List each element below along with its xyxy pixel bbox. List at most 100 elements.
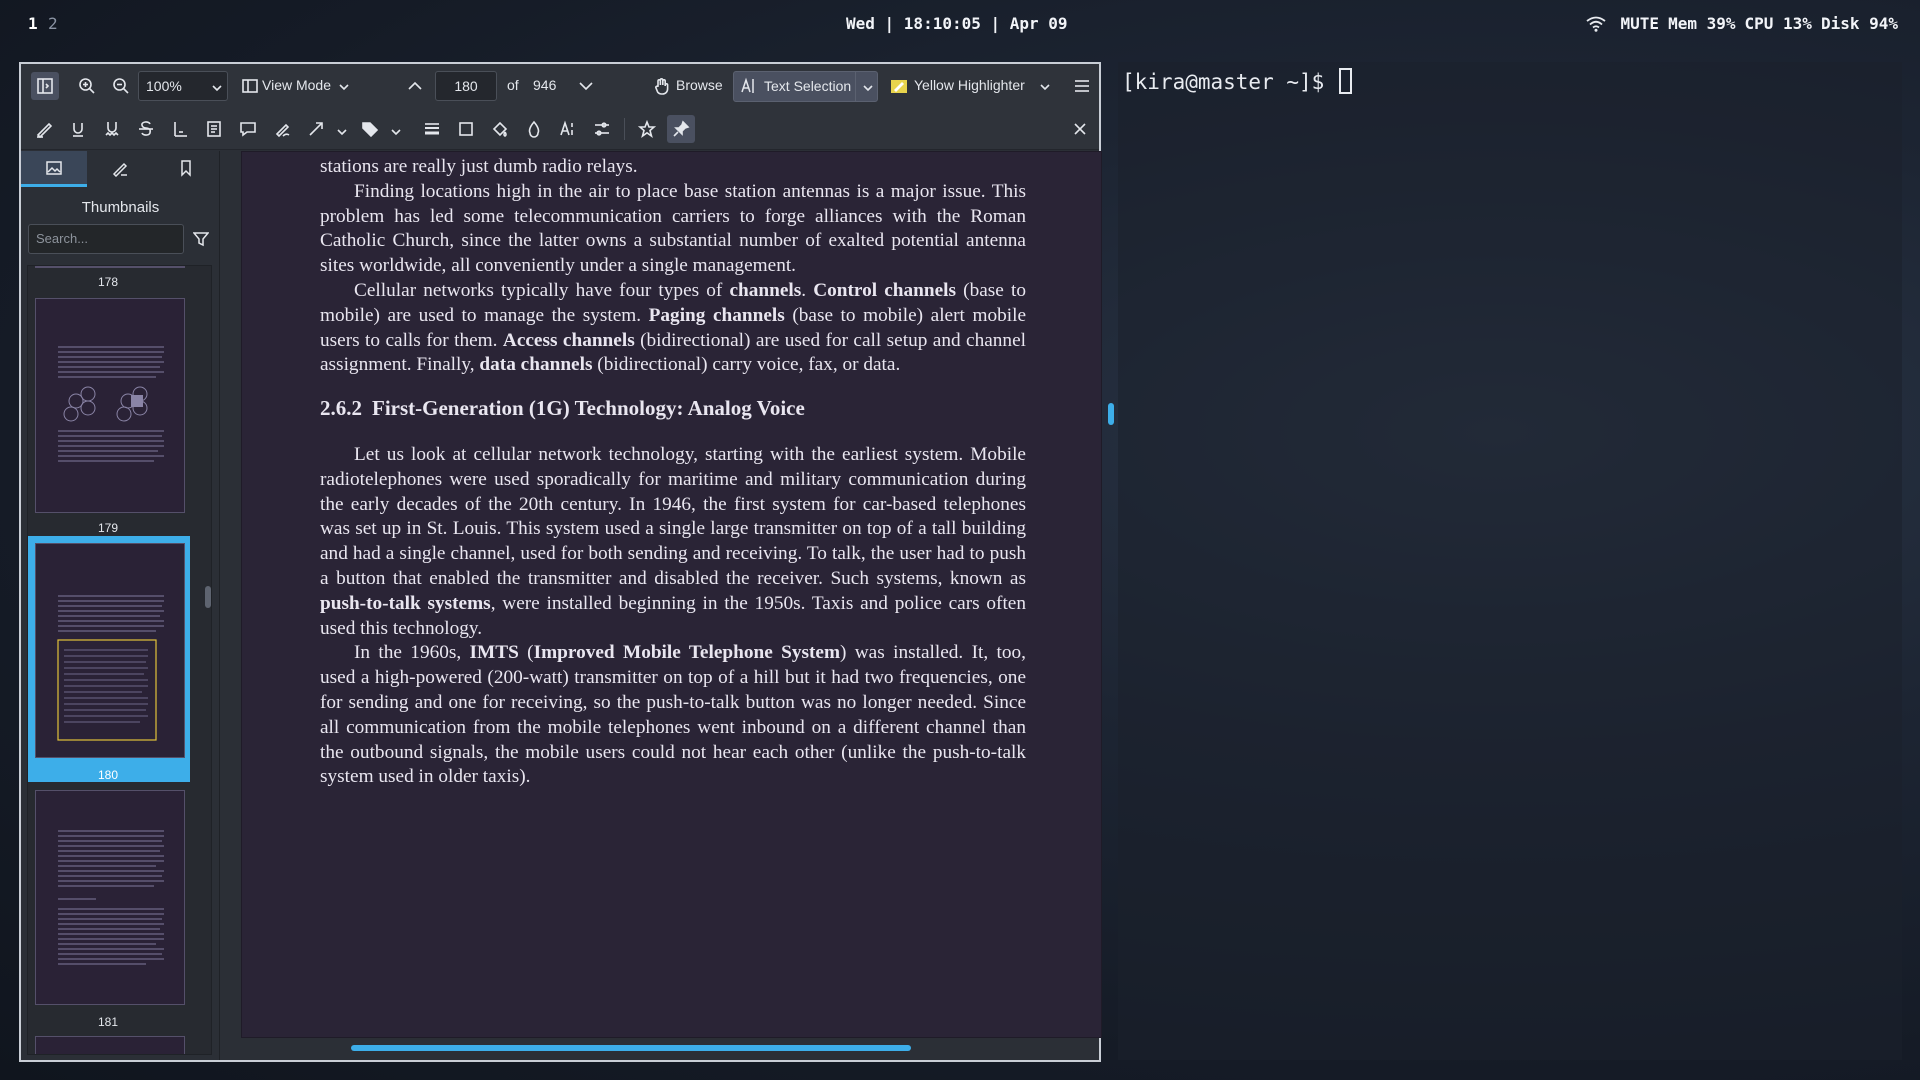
page-content[interactable]: stations are really just dumb radio rela… bbox=[320, 155, 1026, 790]
pen-icon bbox=[112, 162, 128, 177]
disk-status: Disk 94% bbox=[1820, 14, 1898, 33]
sidebar-title: Thumbnails bbox=[81, 199, 160, 216]
opacity-button[interactable] bbox=[520, 115, 548, 143]
chevron-down-icon[interactable] bbox=[336, 123, 348, 136]
inline-note-icon bbox=[207, 121, 221, 137]
strikeout-tool-button[interactable] bbox=[132, 115, 160, 143]
rectangle-tool-button[interactable] bbox=[452, 115, 480, 143]
sidebar-panel: Thumbnails Search... 178 179 180 181 bbox=[21, 151, 220, 1060]
squiggle-underline-icon bbox=[105, 122, 119, 137]
thumbnail-label-179[interactable]: 179 bbox=[28, 521, 188, 535]
sidebar-toggle-button[interactable] bbox=[31, 72, 59, 100]
paragraph: stations are really just dumb radio rela… bbox=[320, 156, 638, 177]
page-preview-180 bbox=[57, 595, 164, 741]
pin-toolbar-button[interactable] bbox=[667, 115, 695, 143]
thumbnail-scrollbar[interactable] bbox=[205, 586, 211, 608]
top-status-bar: 1 2 Wed | 18:10:05 | Apr 09 MUTE Mem 39%… bbox=[0, 0, 1920, 50]
workspace-2[interactable]: 2 bbox=[48, 14, 58, 33]
bookmark-icon bbox=[181, 160, 191, 177]
star-icon bbox=[638, 120, 656, 138]
font-icon bbox=[560, 120, 573, 136]
pdf-page[interactable]: stations are really just dumb radio rela… bbox=[241, 151, 1102, 1038]
page-current: 180 bbox=[454, 78, 478, 94]
font-button[interactable] bbox=[554, 115, 582, 143]
popup-note-tool-button[interactable] bbox=[234, 115, 262, 143]
yellow-highlighter-button[interactable] bbox=[885, 72, 913, 100]
cpu-status: CPU 13% bbox=[1744, 14, 1812, 33]
chevron-up-icon bbox=[408, 81, 422, 90]
text-selection-label: Text Selection bbox=[764, 78, 852, 94]
tab-annotations[interactable] bbox=[87, 151, 153, 187]
document-horizontal-scrollbar[interactable] bbox=[351, 1045, 911, 1051]
chevron-down-icon bbox=[211, 81, 223, 93]
browse-label[interactable]: Browse bbox=[676, 77, 723, 93]
page-number-input[interactable]: 180 bbox=[435, 71, 497, 101]
chevron-down-icon[interactable] bbox=[1039, 80, 1051, 92]
document-view[interactable]: stations are really just dumb radio rela… bbox=[221, 151, 1114, 1060]
freehand-line-tool-button[interactable] bbox=[268, 115, 296, 143]
view-mode-icon bbox=[242, 79, 258, 93]
yellow-highlighter-label[interactable]: Yellow Highlighter bbox=[914, 77, 1025, 93]
previous-page-button[interactable] bbox=[401, 72, 429, 100]
thumbnail-page-180[interactable] bbox=[35, 543, 185, 758]
paragraph: Let us look at cellular network technolo… bbox=[320, 443, 1027, 639]
favorite-button[interactable] bbox=[633, 115, 661, 143]
view-mode-label[interactable]: View Mode bbox=[262, 77, 331, 93]
zoom-in-button[interactable] bbox=[73, 72, 101, 100]
thumbnail-page-182[interactable] bbox=[35, 1036, 185, 1054]
page-preview-181 bbox=[58, 830, 164, 965]
underline-tool-button[interactable] bbox=[64, 115, 92, 143]
browse-tool-button[interactable] bbox=[648, 72, 676, 100]
thumbnail-label-180[interactable]: 180 bbox=[28, 768, 188, 782]
typewriter-icon bbox=[174, 122, 187, 137]
paragraph: In the 1960s, IMTS (Improved Mobile Tele… bbox=[320, 642, 1026, 788]
tab-thumbnails[interactable] bbox=[21, 151, 87, 187]
fill-color-button[interactable] bbox=[486, 115, 514, 143]
document-vertical-scrollbar[interactable] bbox=[1108, 403, 1114, 425]
thumbnail-search-input[interactable]: Search... bbox=[28, 224, 184, 254]
hamburger-icon bbox=[1075, 80, 1089, 92]
arrow-tool-button[interactable] bbox=[302, 115, 330, 143]
thumbnail-list[interactable]: 178 179 180 181 bbox=[27, 265, 212, 1055]
thumbnail-label-181[interactable]: 181 bbox=[28, 1015, 188, 1029]
inline-note-tool-button[interactable] bbox=[200, 115, 228, 143]
filter-icon[interactable] bbox=[192, 231, 210, 247]
thumbnail-label-178[interactable]: 178 bbox=[28, 275, 188, 289]
zoom-select[interactable]: 100% bbox=[138, 71, 228, 101]
text-selection-tool-button[interactable]: Text Selection bbox=[733, 71, 878, 102]
okular-window: 100% View Mode 180 of 946 Browse Text Se… bbox=[19, 62, 1114, 1062]
chevron-down-icon[interactable] bbox=[862, 81, 874, 93]
page-of-label: of bbox=[507, 77, 519, 93]
close-annotation-toolbar-button[interactable] bbox=[1066, 115, 1094, 143]
tab-bookmarks[interactable] bbox=[153, 151, 219, 187]
view-mode-button[interactable] bbox=[236, 72, 264, 100]
mute-status: MUTE bbox=[1620, 14, 1660, 33]
zoom-in-icon bbox=[79, 78, 95, 94]
annotation-settings-button[interactable] bbox=[588, 115, 616, 143]
stamp-tool-button[interactable] bbox=[356, 115, 384, 143]
underline-icon bbox=[73, 123, 83, 137]
zoom-value: 100% bbox=[146, 78, 182, 94]
line-width-button[interactable] bbox=[418, 115, 446, 143]
terminal-prompt[interactable]: [kira@master ~]$ bbox=[1122, 68, 1352, 94]
clock: Wed | 18:10:05 | Apr 09 bbox=[846, 14, 1068, 33]
hamburger-menu-button[interactable] bbox=[1068, 72, 1096, 100]
highlight-tool-button[interactable] bbox=[30, 115, 58, 143]
typewriter-tool-button[interactable] bbox=[166, 115, 194, 143]
thumbnail-page-179[interactable] bbox=[35, 298, 185, 513]
terminal-window[interactable]: [kira@master ~]$ bbox=[1118, 62, 1902, 1060]
section-heading: 2.6.2 First-Generation (1G) Technology: A… bbox=[320, 396, 805, 421]
highlighter-icon bbox=[891, 80, 907, 93]
pin-icon bbox=[673, 120, 690, 137]
chevron-down-icon[interactable] bbox=[390, 123, 402, 136]
paragraph: Finding locations high in the air to pla… bbox=[320, 180, 1026, 277]
zoom-out-button[interactable] bbox=[107, 72, 135, 100]
workspace-1[interactable]: 1 bbox=[28, 14, 38, 33]
droplet-icon bbox=[528, 120, 540, 138]
squiggle-tool-button[interactable] bbox=[98, 115, 126, 143]
chevron-down-icon[interactable] bbox=[338, 80, 350, 92]
wifi-icon bbox=[1585, 16, 1606, 32]
thumbnail-page-181[interactable] bbox=[35, 790, 185, 1005]
next-page-button[interactable] bbox=[572, 72, 600, 100]
mem-status: Mem 39% bbox=[1668, 14, 1736, 33]
